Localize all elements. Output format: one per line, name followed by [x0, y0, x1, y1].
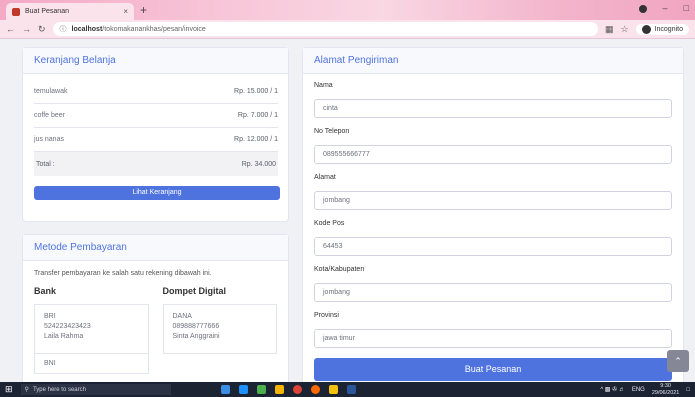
cart-item-price: Rp. 7.000 / 1 — [237, 112, 278, 119]
tab-title: Buat Pesanan — [25, 8, 69, 15]
city-label: Kota/Kabupaten — [314, 266, 365, 273]
address-field[interactable]: jombang — [314, 191, 672, 210]
incognito-icon — [641, 24, 651, 34]
bank-account: BRI 524223423423 Laila Rahma — [34, 304, 149, 354]
taskbar-apps — [220, 385, 356, 394]
search-icon: ⚲ — [24, 387, 29, 393]
wallet-number: 089888777666 — [172, 323, 220, 330]
cart-item-name: jus nanas — [34, 136, 64, 143]
payment-intro: Transfer pembayaran ke salah satu rekeni… — [34, 270, 212, 277]
word-icon[interactable] — [346, 385, 356, 394]
bank-name: BRI — [44, 313, 56, 320]
info-icon[interactable]: ⓘ — [60, 24, 67, 34]
phone-field[interactable]: 089555666777 — [314, 145, 672, 164]
cart-card: Keranjang Belanja temulawak Rp. 15.000 /… — [22, 47, 289, 222]
window-controls: – □ — [638, 3, 689, 13]
cart-row: coffe beer Rp. 7.000 / 1 — [34, 104, 278, 128]
file-explorer-icon[interactable] — [274, 385, 284, 394]
postal-code-label: Kode Pos — [314, 220, 345, 227]
maximize-icon[interactable]: □ — [684, 3, 689, 13]
windows-start-icon[interactable]: ⊞ — [5, 384, 13, 395]
notification-icon[interactable]: □ — [686, 387, 690, 393]
extension-icon[interactable]: ▦ — [605, 24, 614, 35]
clock[interactable]: 9:30 29/06/2021 — [652, 383, 680, 397]
scroll-to-top-icon[interactable]: ⌃ — [667, 350, 689, 372]
new-tab-icon[interactable]: + — [140, 3, 147, 17]
cart-row: jus nanas Rp. 12.000 / 1 — [34, 128, 278, 152]
browser-tab-bar: Buat Pesanan × + – □ — [0, 0, 695, 20]
address-bar: ← → ↻ ⓘ localhost/tokomakanankhas/pesan/… — [0, 20, 695, 39]
favicon-icon — [12, 7, 20, 16]
edge-icon[interactable] — [238, 385, 248, 394]
city-field[interactable]: jombang — [314, 283, 672, 302]
cart-item-name: coffe beer — [34, 112, 66, 119]
browser-tab[interactable]: Buat Pesanan × — [6, 3, 134, 20]
cart-total-row: Total : Rp. 34.000 — [34, 152, 278, 176]
bank-holder: Laila Rahma — [44, 333, 84, 340]
total-value: Rp. 34.000 — [241, 160, 276, 168]
url-input[interactable]: ⓘ localhost/tokomakanankhas/pesan/invoic… — [52, 22, 598, 36]
minimize-icon[interactable]: – — [663, 3, 668, 13]
wallet-column: Dompet Digital DANA 089888777666 Sinta A… — [162, 286, 277, 374]
cart-item-price: Rp. 15.000 / 1 — [234, 88, 278, 95]
incognito-label: Incognito — [654, 25, 683, 33]
total-label: Total : — [36, 160, 55, 168]
star-icon[interactable]: ☆ — [621, 24, 629, 35]
url-path: /tokomakanankhas/pesan/invoice — [102, 25, 206, 33]
language-indicator[interactable]: ENG — [632, 387, 645, 393]
wallet-name: DANA — [172, 313, 192, 320]
province-label: Provinsi — [314, 312, 339, 319]
cart-row: temulawak Rp. 15.000 / 1 — [34, 80, 278, 104]
clock-date: 29/06/2021 — [651, 389, 680, 396]
incognito-badge[interactable]: Incognito — [635, 23, 689, 35]
firefox-icon[interactable] — [310, 385, 320, 394]
taskbar: ⊞ ⚲ Type here to search ^ ▩ ✇ ♬ ENG 9:30… — [0, 382, 695, 397]
taskbar-search-placeholder: Type here to search — [32, 386, 86, 393]
back-icon[interactable]: ← — [6, 24, 15, 34]
province-field[interactable]: jawa timur — [314, 329, 672, 348]
create-order-button[interactable]: Buat Pesanan — [314, 358, 672, 381]
payment-card: Metode Pembayaran Transfer pembayaran ke… — [22, 234, 289, 382]
shipping-card: Alamat Pengiriman Nama cinta No Telepon … — [302, 47, 684, 382]
bank-number: 524223423423 — [44, 323, 91, 330]
chrome-icon[interactable] — [292, 385, 302, 394]
tab-close-icon[interactable]: × — [123, 7, 128, 16]
wallet-account: DANA 089888777666 Sinta Anggraini — [162, 304, 277, 354]
folder-icon[interactable] — [328, 385, 338, 394]
name-field[interactable]: cinta — [314, 99, 672, 118]
task-view-icon[interactable] — [220, 385, 230, 394]
taskbar-search-input[interactable]: ⚲ Type here to search — [20, 384, 171, 395]
bank-column: Bank BRI 524223423423 Laila Rahma BNI — [34, 286, 149, 374]
tray-icons[interactable]: ^ ▩ ✇ ♬ — [600, 386, 625, 393]
page-content: Keranjang Belanja temulawak Rp. 15.000 /… — [0, 39, 695, 382]
shipping-title: Alamat Pengiriman — [303, 48, 683, 74]
bank-name: BNI — [44, 360, 56, 367]
forward-icon[interactable]: → — [22, 24, 31, 34]
address-label: Alamat — [314, 174, 336, 181]
payment-title: Metode Pembayaran — [23, 235, 288, 261]
bank-account: BNI — [34, 354, 149, 374]
postal-code-field[interactable]: 64453 — [314, 237, 672, 256]
cart-item-name: temulawak — [34, 88, 68, 95]
clock-time: 9:30 — [660, 382, 671, 389]
cart-title: Keranjang Belanja — [23, 48, 288, 74]
cart-item-price: Rp. 12.000 / 1 — [234, 136, 278, 143]
wallet-holder: Sinta Anggraini — [172, 333, 220, 340]
system-tray: ^ ▩ ✇ ♬ ENG 9:30 29/06/2021 □ — [600, 383, 690, 397]
name-label: Nama — [314, 82, 333, 89]
wallet-heading: Dompet Digital — [162, 286, 227, 296]
profile-icon[interactable] — [638, 5, 647, 13]
phone-label: No Telepon — [314, 128, 350, 135]
notepad-icon[interactable] — [256, 385, 266, 394]
url-host: localhost — [71, 25, 103, 33]
bank-heading: Bank — [34, 286, 57, 296]
view-cart-button[interactable]: Lihat Keranjang — [34, 186, 280, 200]
reload-icon[interactable]: ↻ — [38, 24, 46, 35]
